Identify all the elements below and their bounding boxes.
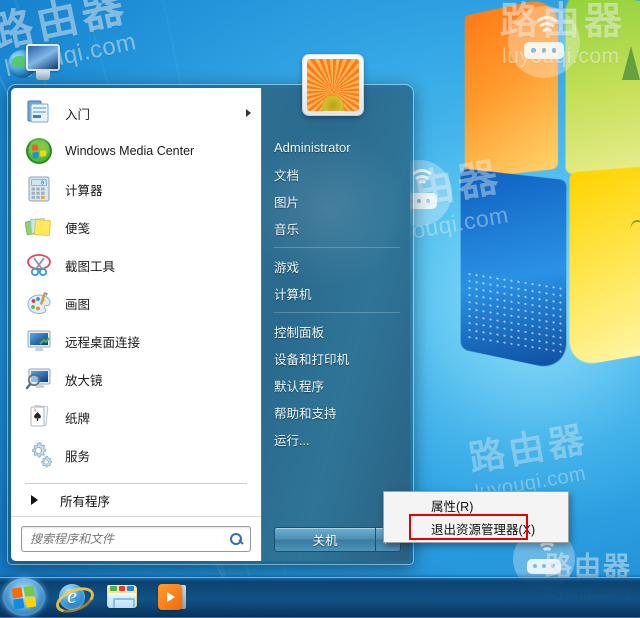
right-item-control-panel[interactable]: 控制面板 xyxy=(261,318,410,345)
search-icon xyxy=(229,532,244,547)
context-menu[interactable]: 属性(R) 退出资源管理器(X) xyxy=(383,491,569,543)
divider xyxy=(274,247,400,248)
chevron-right-icon xyxy=(31,495,38,505)
program-item-paint[interactable]: 画图 xyxy=(11,284,261,322)
right-item-label: 帮助和支持 xyxy=(274,403,337,422)
program-item-label: 画图 xyxy=(65,294,90,313)
program-item-label: 便笺 xyxy=(65,218,90,237)
search-input[interactable] xyxy=(28,531,229,547)
right-item-label: 图片 xyxy=(274,192,299,211)
right-item-help-support[interactable]: 帮助和支持 xyxy=(261,399,410,426)
taskbar-button-windows-media-player[interactable] xyxy=(149,580,195,614)
program-item-label: 服务 xyxy=(65,446,90,465)
right-item-label: 计算机 xyxy=(274,284,312,303)
program-item-getting-started[interactable]: 入门 xyxy=(11,94,261,132)
avatar[interactable] xyxy=(303,55,363,115)
program-item-magnifier[interactable]: 放大镜 xyxy=(11,360,261,398)
right-item-label: 设备和打印机 xyxy=(274,349,349,368)
windows-media-player-icon xyxy=(158,584,186,610)
monitor-stand xyxy=(36,71,50,80)
taskbar-button-windows-explorer[interactable] xyxy=(99,580,145,614)
all-programs-button[interactable]: 所有程序 xyxy=(11,484,261,516)
right-item-label: 音乐 xyxy=(274,219,299,238)
windows-flag-icon xyxy=(12,586,37,610)
context-menu-item-label: 退出资源管理器(X) xyxy=(431,519,535,538)
svg-text:0: 0 xyxy=(41,181,44,187)
monitor-shape xyxy=(26,44,60,71)
right-item-run[interactable]: 运行... xyxy=(261,426,410,453)
program-item-label: 纸牌 xyxy=(65,408,90,427)
submenu-arrow-icon xyxy=(246,109,251,117)
solitaire-icon: A xyxy=(25,403,53,431)
right-item-label: 默认程序 xyxy=(274,376,324,395)
services-icon xyxy=(25,441,53,469)
right-item-music[interactable]: 音乐 xyxy=(261,215,410,242)
program-item-sticky-notes[interactable]: 便笺 xyxy=(11,208,261,246)
program-item-remote-desktop[interactable]: 远程桌面连接 xyxy=(11,322,261,360)
sticky-notes-icon xyxy=(25,213,53,241)
right-item-documents[interactable]: 文档 xyxy=(261,161,410,188)
program-item-label: 计算器 xyxy=(65,180,103,199)
search-area xyxy=(11,516,261,561)
shutdown-row: 关机 xyxy=(274,527,401,552)
search-box[interactable] xyxy=(21,526,251,552)
shutdown-label: 关机 xyxy=(312,530,337,549)
right-item-games[interactable]: 游戏 xyxy=(261,253,410,280)
program-item-label: 入门 xyxy=(65,104,90,123)
remote-desktop-icon xyxy=(25,327,53,355)
getting-started-icon xyxy=(25,99,53,127)
program-item-windows-media-center[interactable]: Windows Media Center xyxy=(11,132,261,170)
program-item-label: 远程桌面连接 xyxy=(65,332,140,351)
program-item-solitaire[interactable]: A 纸牌 xyxy=(11,398,261,436)
start-menu-left-panel: 入门 Windows Media Center 0 计算器 便笺 截图工具 画图… xyxy=(11,88,261,561)
program-item-label: 放大镜 xyxy=(65,370,103,389)
program-item-calculator[interactable]: 0 计算器 xyxy=(11,170,261,208)
magnifier-icon xyxy=(25,365,53,393)
right-item-devices-printers[interactable]: 设备和打印机 xyxy=(261,345,410,372)
start-menu[interactable]: 入门 Windows Media Center 0 计算器 便笺 截图工具 画图… xyxy=(8,85,413,564)
calculator-icon: 0 xyxy=(25,175,53,203)
context-menu-item-properties[interactable]: 属性(R) xyxy=(384,494,568,517)
flower-avatar-icon xyxy=(307,59,359,111)
context-menu-item-exit-explorer[interactable]: 退出资源管理器(X) xyxy=(384,517,568,540)
internet-explorer-icon xyxy=(57,582,87,612)
context-menu-item-label: 属性(R) xyxy=(431,496,473,515)
right-item-label: 文档 xyxy=(274,165,299,184)
right-item-computer[interactable]: 计算机 xyxy=(261,280,410,307)
snipping-tool-icon xyxy=(25,251,53,279)
shutdown-button[interactable]: 关机 xyxy=(274,527,375,552)
divider xyxy=(274,312,400,313)
right-item-default-programs[interactable]: 默认程序 xyxy=(261,372,410,399)
program-item-label: 截图工具 xyxy=(65,256,115,275)
program-item-snipping-tool[interactable]: 截图工具 xyxy=(11,246,261,284)
right-item-label: 控制面板 xyxy=(274,322,324,341)
windows-media-center-icon xyxy=(25,137,53,165)
paint-icon xyxy=(25,289,53,317)
program-item-label: Windows Media Center xyxy=(65,144,194,158)
start-orb[interactable] xyxy=(3,578,45,616)
right-item-label: 游戏 xyxy=(274,257,299,276)
user-name-item[interactable]: Administrator xyxy=(261,134,410,161)
program-item-services[interactable]: 服务 xyxy=(11,436,261,474)
router-badge-icon xyxy=(508,6,580,78)
right-item-label: 运行... xyxy=(274,430,309,449)
windows-explorer-icon xyxy=(107,585,137,609)
all-programs-label: 所有程序 xyxy=(60,491,110,510)
taskbar-button-internet-explorer[interactable] xyxy=(49,580,95,614)
right-item-pictures[interactable]: 图片 xyxy=(261,188,410,215)
program-list: 入门 Windows Media Center 0 计算器 便笺 截图工具 画图… xyxy=(11,88,261,479)
taskbar[interactable] xyxy=(0,577,640,617)
user-name-label: Administrator xyxy=(274,140,351,155)
